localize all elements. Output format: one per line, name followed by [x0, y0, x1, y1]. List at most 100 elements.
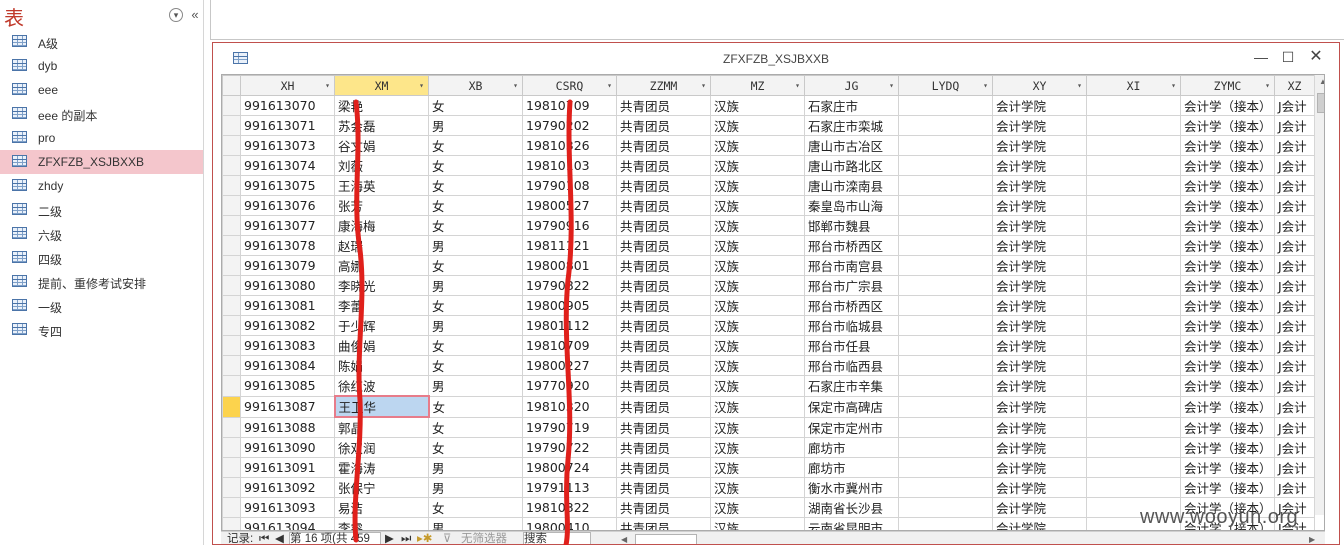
table-cell[interactable]: 共青团员	[616, 375, 711, 397]
table-cell[interactable]	[1086, 457, 1181, 478]
dropdown-arrow-icon[interactable]: ▾	[419, 81, 424, 90]
table-cell[interactable]: 女	[428, 215, 523, 236]
table-cell[interactable]: 991613090	[240, 437, 335, 458]
table-cell[interactable]: 共青团员	[616, 416, 711, 438]
nav-item[interactable]: 六级	[0, 222, 203, 246]
table-cell[interactable]: 会计学院	[992, 375, 1087, 397]
table-cell[interactable]: J会计	[1274, 235, 1315, 256]
table-cell[interactable]: 衡水市冀州市	[804, 477, 899, 498]
table-cell[interactable]: 19801112	[522, 315, 617, 336]
table-cell[interactable]: 女	[428, 395, 523, 418]
table-cell[interactable]	[898, 275, 993, 296]
table-row[interactable]: 991613070 梁艳女 19810709 共青团员 汉族 石家庄市 会计学院 会计学（接本…	[222, 95, 1315, 116]
chevron-down-circle-icon[interactable]: ▾	[169, 8, 183, 22]
table-cell[interactable]: J会计	[1274, 255, 1315, 276]
table-cell[interactable]: 廊坊市	[804, 457, 899, 478]
dropdown-arrow-icon[interactable]: ▾	[795, 81, 800, 90]
table-cell[interactable]: J会计	[1274, 315, 1315, 336]
table-cell[interactable]: 汉族	[710, 215, 805, 236]
column-header[interactable]: XI ▾	[1086, 75, 1181, 96]
table-cell[interactable]: 991613087	[240, 395, 335, 418]
table-cell[interactable]	[1086, 155, 1181, 176]
table-cell[interactable]: 19810103	[522, 155, 617, 176]
table-cell[interactable]: 991613077	[240, 215, 335, 236]
table-cell[interactable]: 邢台市任县	[804, 335, 899, 356]
table-cell[interactable]	[1086, 375, 1181, 397]
table-cell[interactable]: 会计学（接本）	[1180, 295, 1275, 316]
table-cell[interactable]	[898, 457, 993, 478]
table-cell[interactable]: 邢台市桥西区	[804, 235, 899, 256]
table-cell[interactable]: 唐山市滦南县	[804, 175, 899, 196]
row-selector[interactable]	[222, 215, 241, 236]
table-cell[interactable]	[1086, 195, 1181, 216]
table-cell[interactable]: 19790916	[522, 215, 617, 236]
table-cell[interactable]: 会计学（接本）	[1180, 135, 1275, 156]
table-cell[interactable]: 女	[428, 95, 523, 116]
table-cell[interactable]: 女	[428, 437, 523, 458]
table-cell[interactable]: 保定市高碑店	[804, 395, 899, 418]
table-cell[interactable]: 19800227	[522, 355, 617, 376]
prev-record-button[interactable]: ◀	[275, 532, 284, 544]
table-row[interactable]: 991613084 陈娟女 19800227 共青团员 汉族 邢台市临西县 会计学院 会计学（…	[222, 355, 1315, 376]
table-cell[interactable]: J会计	[1274, 215, 1315, 236]
table-cell[interactable]: 会计学（接本）	[1180, 395, 1275, 418]
table-cell[interactable]: 共青团员	[616, 335, 711, 356]
column-header[interactable]: XH ▾	[240, 75, 335, 96]
table-cell[interactable]: 会计学院	[992, 155, 1087, 176]
table-cell[interactable]	[1086, 416, 1181, 438]
table-cell[interactable]: 会计学（接本）	[1180, 115, 1275, 136]
row-selector[interactable]	[222, 335, 241, 356]
datasheet-grid[interactable]: XH ▾ XM ▾ XB ▾ CSRQ ▾ ZZMM ▾ MZ ▾ JG ▾ LYDQ ▾ XY ▾ XI ▾ ZYMC…	[221, 74, 1325, 531]
table-cell[interactable]: 19810326	[522, 135, 617, 156]
table-cell[interactable]: 会计学院	[992, 355, 1087, 376]
column-header[interactable]: XM ▾	[334, 75, 429, 96]
dropdown-arrow-icon[interactable]: ▾	[701, 81, 706, 90]
nav-item[interactable]: 专四	[0, 318, 203, 342]
select-all-corner[interactable]	[222, 75, 241, 96]
table-cell[interactable]: 会计学（接本）	[1180, 95, 1275, 116]
table-cell[interactable]: 共青团员	[616, 195, 711, 216]
table-cell[interactable]: 会计学院	[992, 175, 1087, 196]
table-cell[interactable]: 李蕾	[334, 295, 429, 316]
table-row[interactable]: 991613079 高娜女 19800801 共青团员 汉族 邢台市南宫县 会计学院 会计学（…	[222, 255, 1315, 276]
table-cell[interactable]: 991613073	[240, 135, 335, 156]
table-cell[interactable]	[898, 135, 993, 156]
table-cell[interactable]: 男	[428, 235, 523, 256]
dropdown-arrow-icon[interactable]: ▾	[889, 81, 894, 90]
table-cell[interactable]: 共青团员	[616, 215, 711, 236]
table-cell[interactable]: 女	[428, 295, 523, 316]
row-selector[interactable]	[222, 135, 241, 156]
table-cell[interactable]: 共青团员	[616, 437, 711, 458]
table-cell[interactable]: 991613091	[240, 457, 335, 478]
table-cell[interactable]: 汉族	[710, 375, 805, 397]
table-cell[interactable]: 女	[428, 175, 523, 196]
table-cell[interactable]: 汉族	[710, 517, 805, 530]
dropdown-arrow-icon[interactable]: ▾	[325, 81, 330, 90]
table-cell[interactable]	[1086, 255, 1181, 276]
table-cell[interactable]: 女	[428, 135, 523, 156]
table-cell[interactable]: 汉族	[710, 175, 805, 196]
table-cell[interactable]: 易洁	[334, 497, 429, 518]
table-cell[interactable]: 女	[428, 155, 523, 176]
table-cell[interactable]: 石家庄市辛集	[804, 375, 899, 397]
table-row[interactable]: 991613092 张保宁男 19791113 共青团员 汉族 衡水市冀州市 会计学院 会计学…	[222, 477, 1315, 498]
table-cell[interactable]: J会计	[1274, 95, 1315, 116]
table-cell[interactable]: J会计	[1274, 135, 1315, 156]
table-row[interactable]: 991613074 刘薇女 19810103 共青团员 汉族 唐山市路北区 会计学院 会计学（…	[222, 155, 1315, 176]
table-cell[interactable]: 19810709	[522, 335, 617, 356]
table-cell[interactable]: J会计	[1274, 416, 1315, 438]
table-cell[interactable]: 会计学院	[992, 275, 1087, 296]
table-cell[interactable]: 19790722	[522, 437, 617, 458]
table-cell[interactable]: 19800410	[522, 517, 617, 530]
table-cell[interactable]: 991613078	[240, 235, 335, 256]
minimize-button[interactable]: —	[1250, 47, 1272, 67]
table-cell[interactable]: 991613075	[240, 175, 335, 196]
double-chevron-left-icon[interactable]: «	[188, 8, 202, 22]
table-cell[interactable]: J会计	[1274, 155, 1315, 176]
column-header[interactable]: CSRQ ▾	[522, 75, 617, 96]
table-cell[interactable]: 陈娟	[334, 355, 429, 376]
table-cell[interactable]: 19790719	[522, 416, 617, 438]
table-cell[interactable]: 会计学院	[992, 195, 1087, 216]
table-cell[interactable]: 共青团员	[616, 395, 711, 418]
column-header[interactable]: XZ	[1274, 75, 1315, 96]
